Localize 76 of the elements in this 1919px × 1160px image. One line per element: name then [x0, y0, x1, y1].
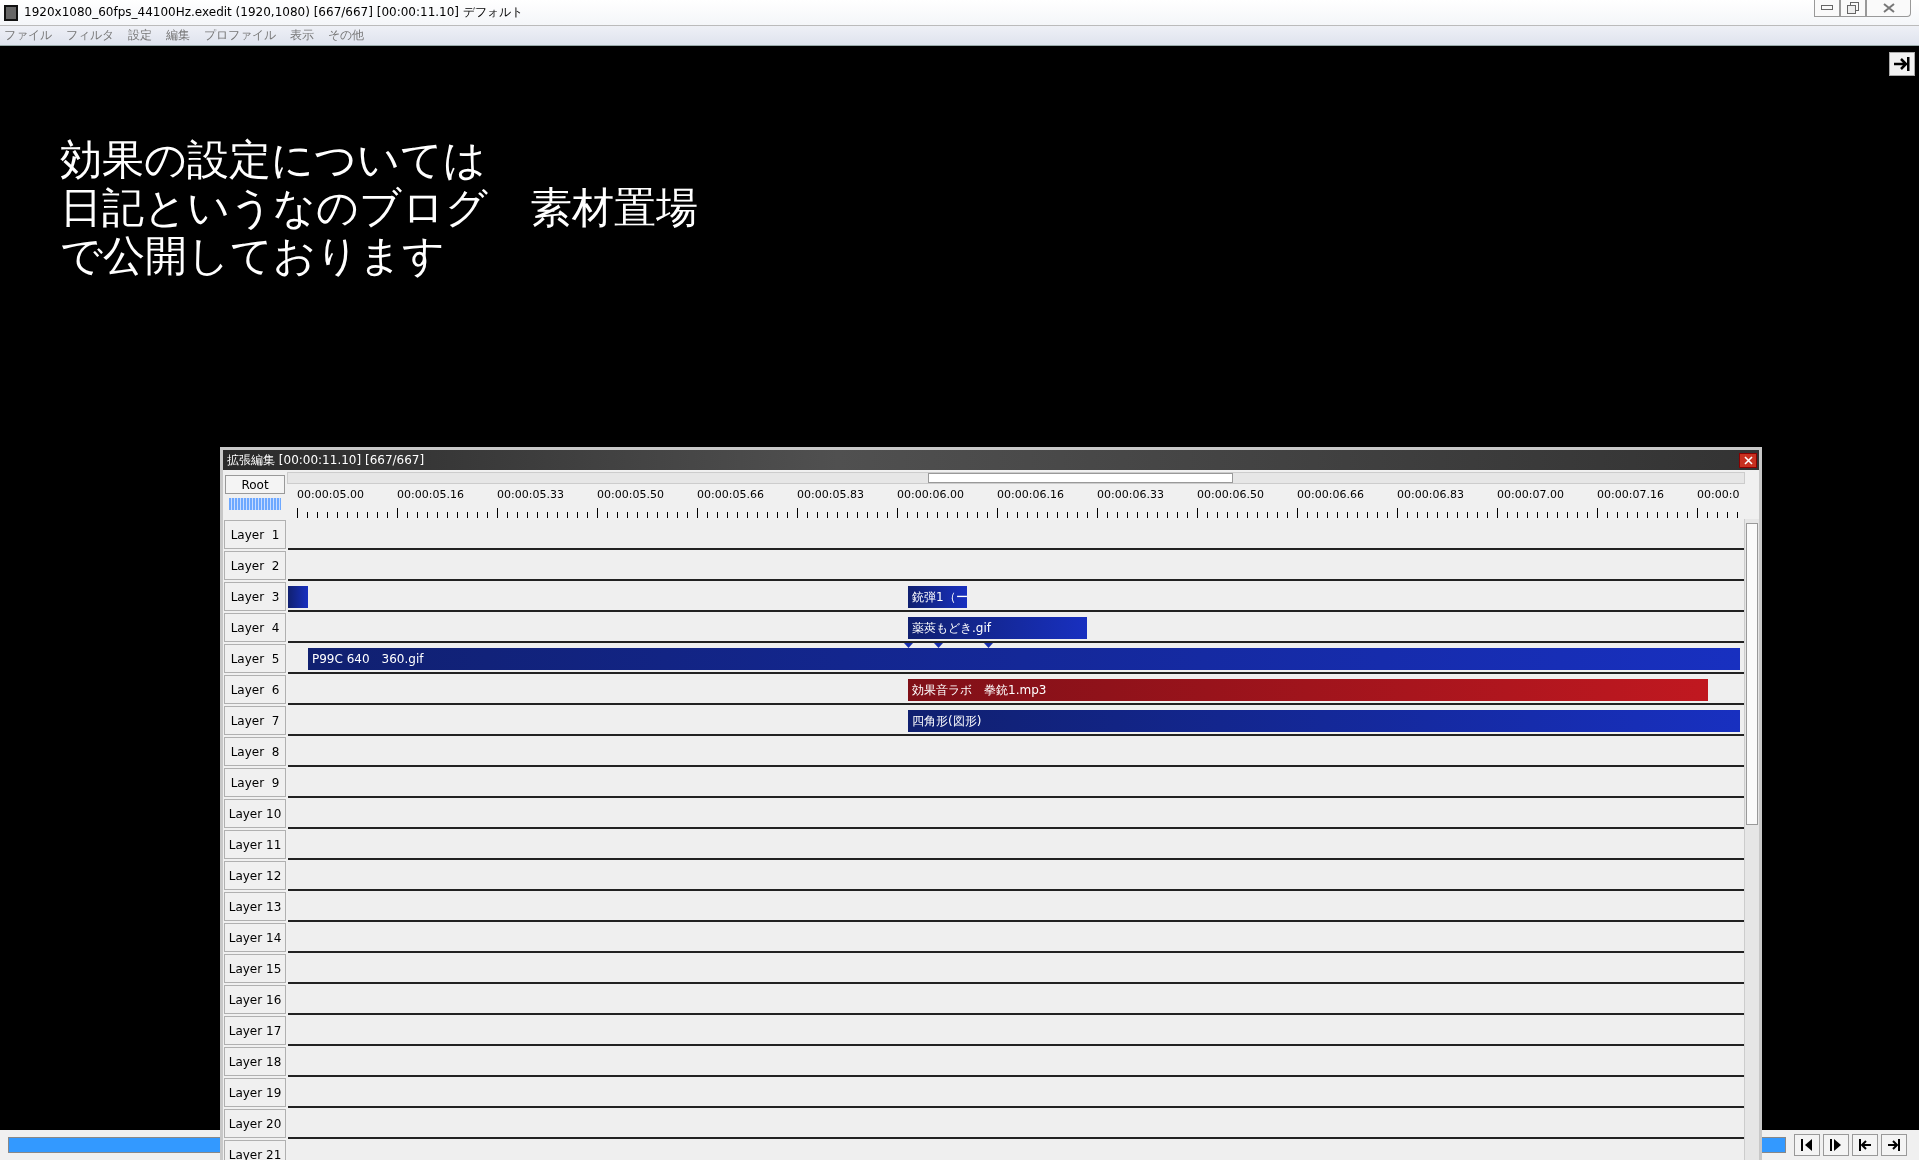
time-label: 00:00:06.00 [897, 488, 964, 501]
time-label: 00:00:06.33 [1097, 488, 1164, 501]
menu-item[interactable]: フィルタ [66, 27, 114, 44]
layer-button[interactable]: Layer 16 [224, 985, 286, 1014]
scroll-thumb[interactable] [928, 473, 1233, 483]
layer-button[interactable]: Layer 8 [224, 737, 286, 766]
layer-button[interactable]: Layer 17 [224, 1016, 286, 1045]
arrow-to-end-icon [1893, 56, 1911, 72]
next-frame-button[interactable] [1823, 1134, 1849, 1156]
layer-button[interactable]: Layer 2 [224, 551, 286, 580]
time-label: 00:00:05.66 [697, 488, 764, 501]
scroll-thumb[interactable] [1746, 523, 1758, 825]
layer-button[interactable]: Layer 7 [224, 706, 286, 735]
timeline-clip[interactable]: 四角形(図形) [908, 710, 1740, 732]
film-icon [4, 4, 18, 21]
time-label: 00:00:05.50 [597, 488, 664, 501]
layer-button[interactable]: Layer 20 [224, 1109, 286, 1138]
menu-item[interactable]: プロファイル [204, 27, 276, 44]
arrow-to-start-icon [1858, 1138, 1872, 1152]
time-label: 00:00:06.16 [997, 488, 1064, 501]
menu-item[interactable]: 設定 [128, 27, 152, 44]
layer-button[interactable]: Layer 14 [224, 923, 286, 952]
restore-icon [1847, 2, 1859, 14]
menu-item[interactable]: 表示 [290, 27, 314, 44]
layer-button[interactable]: Layer 13 [224, 892, 286, 921]
menu-item[interactable]: 編集 [166, 27, 190, 44]
window-title: 1920x1080_60fps_44100Hz.exedit (1920,1080) [667/667] [00:00:11.10] デフォルト [24, 4, 523, 21]
layer-button[interactable]: Layer 18 [224, 1047, 286, 1076]
layer-button[interactable]: Layer 3 [224, 582, 286, 611]
time-label: 00:00:06.66 [1297, 488, 1364, 501]
caption-text: 効果の設定については [60, 136, 487, 184]
layer-button[interactable]: Layer 1 [224, 520, 286, 549]
close-button[interactable] [1739, 452, 1757, 468]
layer-button[interactable]: Layer 9 [224, 768, 286, 797]
time-label: 00:00:05.00 [297, 488, 364, 501]
restore-button[interactable] [1840, 0, 1866, 17]
step-forward-icon [1829, 1138, 1843, 1152]
time-label: 00:00:05.33 [497, 488, 564, 501]
layer-button[interactable]: Layer 12 [224, 861, 286, 890]
timeline-clip[interactable]: 効果音ラボ 拳銃1.mp3 [908, 679, 1708, 701]
caption-text: で公開しております [60, 232, 446, 280]
layer-button[interactable]: Layer 19 [224, 1078, 286, 1107]
vertical-scrollbar[interactable] [1744, 519, 1759, 1160]
step-back-icon [1800, 1138, 1814, 1152]
arrow-to-end-icon [1887, 1138, 1901, 1152]
time-label: 00:00:05.83 [797, 488, 864, 501]
menu-item[interactable]: ファイル [4, 27, 52, 44]
minimize-button[interactable] [1814, 0, 1840, 17]
time-label: 00:00:06.83 [1397, 488, 1464, 501]
menu-item[interactable]: その他 [328, 27, 364, 44]
layer-button[interactable]: Layer 5 [224, 644, 286, 673]
layer-button[interactable]: Layer 11 [224, 830, 286, 859]
root-button[interactable]: Root [225, 475, 285, 494]
timeline-title: 拡張編集 [00:00:11.10] [667/667] [227, 451, 425, 469]
previous-frame-button[interactable] [1794, 1134, 1820, 1156]
horizontal-scrollbar[interactable] [287, 472, 1745, 484]
time-label: 00:00:05.16 [397, 488, 464, 501]
layer-button[interactable]: Layer 10 [224, 799, 286, 828]
timeline-clip[interactable]: 銃弾1（ー [908, 586, 967, 608]
time-label: 00:00:07.00 [1497, 488, 1564, 501]
panel-toggle-button[interactable] [1889, 52, 1915, 76]
minimize-icon [1821, 5, 1833, 11]
time-label: 00:00:06.50 [1197, 488, 1264, 501]
caption-text: 日記というなのブログ 素材置場 [60, 184, 699, 232]
close-icon [1743, 455, 1753, 465]
layer-button[interactable]: Layer 6 [224, 675, 286, 704]
close-icon [1882, 3, 1895, 13]
layer-button[interactable]: Layer 15 [224, 954, 286, 983]
go-to-end-button[interactable] [1881, 1134, 1907, 1156]
time-label: 00:00:07.16 [1597, 488, 1664, 501]
timeline-clip[interactable] [288, 586, 308, 608]
timeline-clip[interactable]: P99C 640 360.gif [308, 648, 1740, 670]
layer-button[interactable]: Layer 4 [224, 613, 286, 642]
timeline-clip[interactable]: 薬莢もどき.gif [908, 617, 1087, 639]
go-to-start-button[interactable] [1852, 1134, 1878, 1156]
time-label: 00:00:0 [1697, 488, 1740, 501]
